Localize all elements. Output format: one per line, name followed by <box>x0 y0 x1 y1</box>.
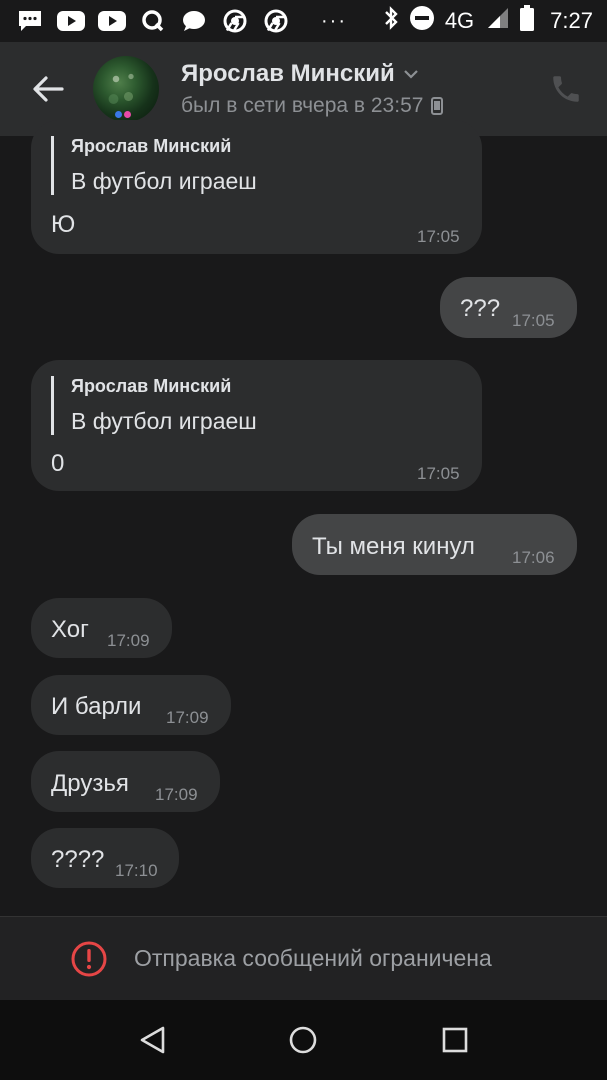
message-bubble-incoming[interactable]: Друзья 17:09 <box>31 751 220 812</box>
message-bubble-incoming[interactable]: ???? 17:10 <box>31 828 179 888</box>
message-bubble-outgoing[interactable]: Ты меня кинул 17:06 <box>292 514 577 575</box>
message-time: 17:05 <box>512 311 555 330</box>
restriction-text: Отправка сообщений ограничена <box>134 945 492 971</box>
notification-icons: ··· <box>16 9 347 33</box>
system-nav-bar <box>0 1000 607 1080</box>
q-icon <box>139 9 167 33</box>
messages-icon <box>16 9 44 33</box>
nav-home-icon[interactable] <box>287 1024 319 1056</box>
chevron-down-icon <box>403 70 418 79</box>
chrome-icon <box>221 9 249 33</box>
message-text: Хог <box>51 616 89 643</box>
mobile-device-icon <box>431 97 444 115</box>
message-text: И барли <box>51 693 142 720</box>
message-bubble-outgoing[interactable]: ??? 17:05 <box>440 277 577 338</box>
message-time: 17:10 <box>115 861 158 880</box>
message-bubble-incoming[interactable]: И барли 17:09 <box>31 675 231 735</box>
online-badge <box>115 111 131 118</box>
back-button[interactable] <box>18 59 78 119</box>
system-icons: 4G 7:27 <box>383 5 593 37</box>
chrome-icon <box>262 9 290 33</box>
nav-back-icon[interactable] <box>137 1024 169 1056</box>
last-seen-row: был в сети вчера в 23:57 <box>181 94 444 118</box>
reply-quote[interactable]: Ярослав Минский В футбол играеш <box>51 376 257 435</box>
youtube-icon <box>57 9 85 33</box>
network-label: 4G <box>444 8 475 33</box>
reply-text: В футбол играеш <box>71 168 257 194</box>
chat-icon <box>180 9 208 33</box>
reply-author: Ярослав Минский <box>71 376 232 396</box>
back-arrow-icon <box>33 76 64 102</box>
reply-author: Ярослав Минский <box>71 136 232 156</box>
message-time: 17:06 <box>512 548 555 567</box>
nav-recents-icon[interactable] <box>439 1024 471 1056</box>
last-seen: был в сети вчера в 23:57 <box>181 94 424 117</box>
status-bar: ··· 4G 7:27 <box>0 0 607 42</box>
message-bubble-incoming[interactable]: Ярослав Минский В футбол играеш 0 17:05 <box>31 360 482 491</box>
message-time: 17:05 <box>417 227 460 246</box>
message-bubble-incoming[interactable]: Хог 17:09 <box>31 598 172 658</box>
message-time: 17:09 <box>155 785 198 804</box>
message-time: 17:09 <box>166 708 209 727</box>
contact-info[interactable]: Ярослав Минский был в сети вчера в 23:57 <box>181 60 444 118</box>
message-text: ???? <box>51 846 105 873</box>
message-text: Друзья <box>51 770 129 797</box>
message-text: 0 <box>51 450 65 477</box>
dnd-icon <box>409 5 435 37</box>
message-time: 17:09 <box>107 631 150 650</box>
message-time: 17:05 <box>417 464 460 483</box>
call-button[interactable] <box>549 72 583 106</box>
reply-text: В футбол играеш <box>71 408 257 434</box>
contact-name: Ярослав Минский <box>181 60 395 87</box>
avatar[interactable] <box>93 56 159 122</box>
contact-name-row: Ярослав Минский <box>181 60 443 88</box>
bluetooth-icon <box>383 5 399 37</box>
battery-icon <box>520 5 535 37</box>
clock: 7:27 <box>550 8 593 33</box>
phone-icon <box>553 76 579 102</box>
signal-icon <box>484 6 510 36</box>
message-bubble-incoming[interactable]: Ярослав Минский В футбол играеш Ю 17:05 <box>31 120 482 254</box>
message-text: Ю <box>51 211 76 238</box>
youtube-icon <box>98 9 126 33</box>
reply-quote[interactable]: Ярослав Минский В футбол играеш <box>51 136 257 195</box>
message-text: Ты меня кинул <box>312 533 475 560</box>
alert-circle-icon <box>71 941 107 976</box>
messaging-restricted-banner: Отправка сообщений ограничена <box>0 916 607 1000</box>
message-text: ??? <box>460 295 501 322</box>
more-notifications: ··· <box>321 9 347 32</box>
